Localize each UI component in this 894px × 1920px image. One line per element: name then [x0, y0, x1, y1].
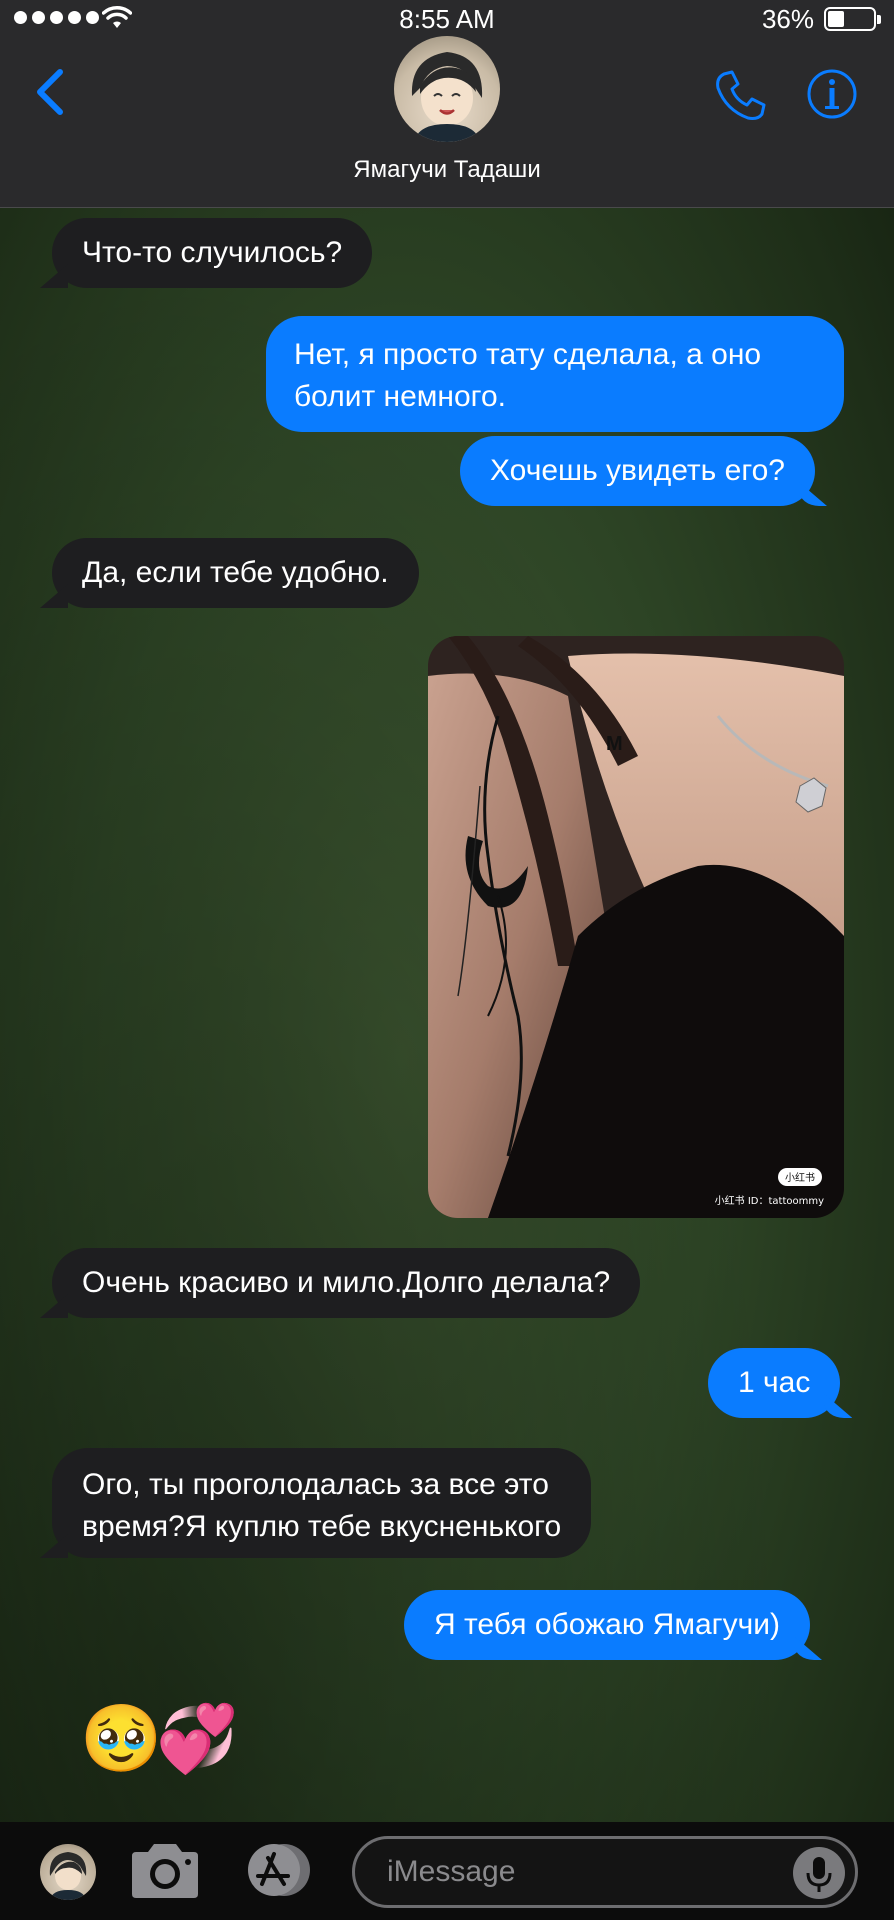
camera-icon[interactable]: [128, 1840, 202, 1902]
message-sent[interactable]: Я тебя обожаю Ямагучи): [404, 1590, 810, 1660]
watermark-id: 小红书 ID：tattoommy: [715, 1194, 824, 1207]
status-bar: 8:55 AM 36%: [0, 0, 894, 36]
message-text: Хочешь увидеть его?: [490, 454, 785, 487]
phone-icon[interactable]: [712, 68, 768, 124]
message-text: Что-то случилось?: [82, 236, 343, 269]
contact-name[interactable]: Ямагучи Тадаши: [0, 156, 894, 184]
photo-logo-letter: M: [606, 733, 623, 755]
contact-avatar[interactable]: [394, 36, 500, 142]
info-icon[interactable]: [806, 68, 858, 120]
message-received[interactable]: Очень красиво и мило.Долго делала?: [52, 1248, 641, 1318]
compose-bar: iMessage: [0, 1822, 894, 1920]
message-received[interactable]: Что-то случилось?: [52, 218, 373, 288]
message-text-line: время?Я куплю тебе вкусненького: [82, 1510, 562, 1543]
message-text-line: Нет, я просто тату сделала, а оно: [294, 338, 762, 371]
message-text: Очень красиво и мило.Долго делала?: [82, 1266, 611, 1299]
message-sent[interactable]: Хочешь увидеть его?: [460, 436, 815, 506]
imessage-input[interactable]: iMessage: [352, 1836, 858, 1908]
status-time: 8:55 AM: [399, 4, 495, 34]
input-placeholder: iMessage: [387, 1855, 516, 1888]
tattoo-photo[interactable]: M 小红书 小红书 ID：tattoommy: [428, 636, 844, 1218]
message-text-line: болит немного.: [294, 380, 506, 413]
message-received[interactable]: Ого, ты проголодалась за все это время?Я…: [52, 1448, 592, 1558]
message-text: Я тебя обожаю Ямагучи): [434, 1608, 780, 1641]
app-store-icon[interactable]: [238, 1842, 318, 1898]
chat-header: 8:55 AM 36% Ямагучи Тадаши: [0, 0, 894, 208]
message-text-line: Ого, ты проголодалась за все это: [82, 1468, 549, 1501]
user-avatar[interactable]: [40, 1844, 96, 1900]
battery-icon: [824, 7, 881, 31]
battery-percent: 36%: [761, 4, 814, 34]
emoji-message[interactable]: 🥹💞: [80, 1700, 238, 1778]
message-sent[interactable]: 1 час: [708, 1348, 841, 1418]
microphone-icon[interactable]: [793, 1847, 845, 1899]
message-sent[interactable]: Нет, я просто тату сделала, а оно болит …: [266, 316, 844, 432]
message-text: Да, если тебе удобно.: [82, 556, 389, 589]
chevron-left-icon[interactable]: [28, 64, 72, 120]
message-text: 1 час: [738, 1366, 811, 1399]
message-received[interactable]: Да, если тебе удобно.: [52, 538, 419, 608]
watermark-badge: 小红书: [785, 1171, 815, 1184]
